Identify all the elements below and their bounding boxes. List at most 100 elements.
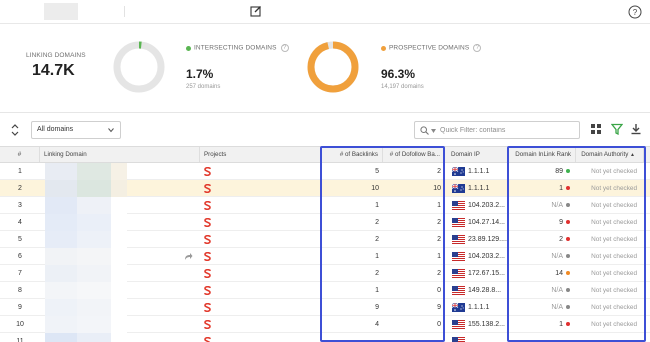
domain-ip-cell: 104.203.2... — [449, 248, 509, 265]
domain-authority-cell: Not yet checked — [591, 287, 637, 294]
project-cell[interactable] — [200, 282, 240, 299]
redacted-domain — [77, 265, 111, 282]
col-num[interactable]: # — [0, 147, 40, 162]
domain-ip-value: 1.1.1.1 — [468, 185, 490, 192]
linking-domains-label: LINKING DOMAINS — [26, 52, 86, 59]
dofollow-cell: 1 — [437, 202, 441, 209]
project-cell[interactable] — [200, 248, 240, 265]
domain-ip-cell: 155.138.2... — [449, 316, 509, 333]
col-backlinks[interactable]: # of Backlinks — [321, 147, 383, 162]
caret-down-icon[interactable] — [431, 129, 436, 133]
inlink-rank-cell: 9 — [509, 214, 576, 231]
row-number: 9 — [18, 304, 22, 311]
intersecting-legend-dot — [186, 45, 191, 51]
col-projects[interactable]: Projects — [200, 147, 321, 162]
inlink-rank-cell: N/A — [509, 282, 576, 299]
project-cell[interactable] — [200, 231, 240, 248]
intersecting-domains-label: INTERSECTING DOMAINS? — [186, 44, 289, 52]
domain-authority-cell: Not yet checked — [591, 168, 637, 175]
redacted-domain — [45, 333, 77, 342]
rank-status-dot — [566, 203, 570, 208]
project-cell[interactable] — [200, 333, 240, 342]
table-row[interactable]: 1 5 2 1.1.1.1 89 Not yet checked — [0, 163, 650, 180]
backlinks-cell: 9 — [375, 304, 379, 311]
usa-flag-icon — [452, 285, 465, 295]
project-s-icon — [204, 302, 211, 312]
inlink-rank-value: 9 — [559, 219, 563, 226]
help-icon[interactable]: ? — [628, 5, 642, 19]
redacted-domain — [111, 163, 127, 180]
download-icon[interactable] — [630, 123, 642, 135]
inlink-rank-value: 2 — [559, 236, 563, 243]
redacted-domain — [77, 214, 111, 231]
usa-flag-icon — [452, 268, 465, 278]
backlinks-cell: 2 — [375, 270, 379, 277]
col-linking-domain[interactable]: Linking Domain — [40, 147, 200, 162]
table-row[interactable]: 10 4 0 155.138.2... 1 Not yet checked — [0, 316, 650, 333]
chevron-down-icon — [108, 128, 114, 133]
quick-filter[interactable] — [414, 121, 580, 139]
redacted-domain — [45, 214, 77, 231]
domain-filter-value: All domains — [37, 126, 74, 133]
inlink-rank-cell: N/A — [509, 299, 576, 316]
table-row[interactable]: 6 1 1 104.203.2... N/A Not yet checked — [0, 248, 650, 265]
col-inlink-rank[interactable]: Domain InLink Rank — [509, 147, 576, 162]
project-cell[interactable] — [200, 180, 240, 197]
domain-authority-cell: Not yet checked — [591, 185, 637, 192]
domain-ip-cell — [449, 333, 509, 342]
backlinks-cell: 2 — [375, 236, 379, 243]
table-row[interactable]: 5 2 2 23.89.129.... 2 Not yet checked — [0, 231, 650, 248]
share-icon[interactable] — [184, 252, 193, 261]
domain-ip-value: 155.138.2... — [468, 321, 505, 328]
inlink-rank-cell: N/A — [509, 248, 576, 265]
filter-toolbar: All domains — [0, 112, 650, 146]
inlink-rank-cell: 1 — [509, 180, 576, 197]
edit-icon[interactable] — [250, 5, 262, 17]
rank-status-dot — [566, 220, 570, 225]
col-dofollow[interactable]: # of Dofollow Ba... — [383, 147, 445, 162]
expand-collapse-icon[interactable] — [10, 123, 20, 137]
quick-filter-input[interactable] — [440, 123, 575, 137]
australia-flag-icon — [452, 166, 465, 176]
rank-status-dot — [566, 186, 570, 191]
sort-asc-icon: ▲ — [630, 152, 635, 158]
col-domain-authority[interactable]: Domain Authority ▲ — [576, 147, 644, 162]
table-row[interactable]: 8 1 0 149.28.8... N/A Not yet checked — [0, 282, 650, 299]
linking-domains-value: 14.7K — [32, 62, 75, 79]
table-row[interactable]: 11 — [0, 333, 650, 342]
project-cell[interactable] — [200, 265, 240, 282]
redacted-domain — [45, 265, 77, 282]
table-row[interactable]: 7 2 2 172.67.15... 14 Not yet checked — [0, 265, 650, 282]
project-cell[interactable] — [200, 316, 240, 333]
inlink-rank-cell — [509, 333, 576, 342]
project-s-icon — [204, 183, 211, 193]
inlink-rank-value: N/A — [551, 253, 563, 260]
domain-authority-cell: Not yet checked — [591, 304, 637, 311]
table-row[interactable]: 9 9 9 1.1.1.1 N/A Not yet checked — [0, 299, 650, 316]
project-s-icon — [204, 234, 211, 244]
usa-flag-icon — [452, 217, 465, 227]
table-row[interactable]: 4 2 2 104.27.14... 9 Not yet checked — [0, 214, 650, 231]
rank-status-dot — [566, 254, 570, 259]
prospective-legend-dot — [381, 45, 386, 51]
linking-domains-table: # Linking Domain Projects # of Backlinks… — [0, 146, 650, 342]
top-bar: ? — [0, 0, 650, 24]
australia-flag-icon — [452, 183, 465, 193]
redacted-title — [44, 3, 78, 20]
help-icon[interactable]: ? — [280, 44, 289, 52]
inlink-rank-value: 1 — [559, 185, 563, 192]
grid-view-icon[interactable] — [590, 123, 602, 135]
project-cell[interactable] — [200, 299, 240, 316]
redacted-domain — [45, 248, 77, 265]
help-icon[interactable]: ? — [473, 44, 482, 52]
inlink-rank-cell: 89 — [509, 163, 576, 180]
row-number: 5 — [18, 236, 22, 243]
filter-icon[interactable] — [611, 123, 623, 135]
table-row[interactable]: 2 10 10 1.1.1.1 1 Not yet checked — [0, 180, 650, 197]
col-domain-ip[interactable]: Domain IP — [447, 147, 509, 162]
project-cell[interactable] — [200, 163, 240, 180]
domain-filter-select[interactable]: All domains — [31, 121, 121, 139]
table-row[interactable]: 3 1 1 104.203.2... N/A Not yet checked — [0, 197, 650, 214]
project-cell[interactable] — [200, 197, 240, 214]
project-cell[interactable] — [200, 214, 240, 231]
